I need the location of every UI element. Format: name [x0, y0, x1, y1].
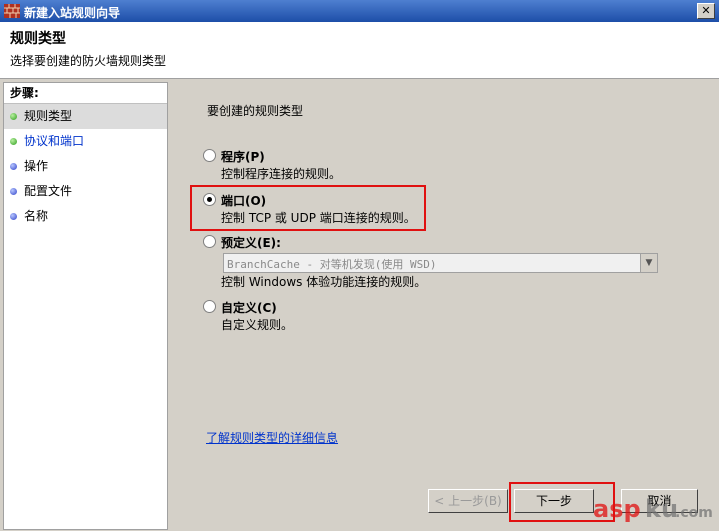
step-name: 名称	[4, 204, 167, 229]
step-pending-icon	[10, 188, 17, 195]
option-description: 控制 TCP 或 UDP 端口连接的规则。	[221, 211, 416, 225]
wizard-header: 规则类型 选择要创建的防火墙规则类型	[0, 22, 719, 79]
step-label: 操作	[24, 159, 49, 173]
steps-panel: 步骤: 规则类型 协议和端口 操作 配置文件 名称	[3, 82, 168, 530]
chevron-down-icon[interactable]: ▼	[640, 254, 657, 272]
watermark-logo: asp ku .com	[593, 495, 713, 523]
option-label: 预定义(E):	[221, 236, 281, 250]
page-subtitle: 选择要创建的防火墙规则类型	[10, 54, 167, 68]
radio-port[interactable]	[203, 193, 216, 206]
title-bar: 新建入站规则向导 ✕	[0, 0, 719, 22]
close-button[interactable]: ✕	[697, 3, 715, 19]
steps-title: 步骤:	[4, 83, 167, 104]
step-pending-icon	[10, 163, 17, 170]
step-label: 协议和端口	[24, 134, 85, 148]
learn-more-link[interactable]: 了解规则类型的详细信息	[206, 429, 338, 446]
option-description: 控制 Windows 体验功能连接的规则。	[221, 275, 427, 289]
radio-custom[interactable]	[203, 300, 216, 313]
step-complete-icon	[10, 138, 17, 145]
back-button[interactable]: < 上一步(B)	[428, 489, 508, 513]
predefined-select-value: BranchCache - 对等机发现(使用 WSD)	[227, 258, 437, 271]
firewall-icon	[4, 4, 20, 18]
predefined-select[interactable]: BranchCache - 对等机发现(使用 WSD) ▼	[223, 253, 658, 273]
main-content: 要创建的规则类型 程序(P) 控制程序连接的规则。 端口(O) 控制 TCP 或…	[171, 82, 716, 528]
option-description: 自定义规则。	[221, 318, 294, 332]
next-button[interactable]: 下一步	[514, 489, 594, 513]
radio-program[interactable]	[203, 149, 216, 162]
step-complete-icon	[10, 113, 17, 120]
step-label: 规则类型	[24, 109, 73, 123]
step-rule-type[interactable]: 规则类型	[4, 104, 167, 129]
step-profile: 配置文件	[4, 179, 167, 204]
svg-text:ku: ku	[645, 495, 678, 523]
step-protocol-port[interactable]: 协议和端口	[4, 129, 167, 154]
step-label: 配置文件	[24, 184, 73, 198]
option-description: 控制程序连接的规则。	[221, 167, 342, 181]
prompt-label: 要创建的规则类型	[207, 104, 304, 118]
radio-predefined[interactable]	[203, 235, 216, 248]
step-pending-icon	[10, 213, 17, 220]
svg-text:.com: .com	[675, 505, 713, 521]
option-label: 程序(P)	[221, 150, 265, 164]
svg-text:asp: asp	[593, 495, 641, 523]
step-action: 操作	[4, 154, 167, 179]
window-title: 新建入站规则向导	[24, 6, 121, 20]
option-label: 端口(O)	[221, 194, 267, 208]
option-label: 自定义(C)	[221, 301, 277, 315]
page-title: 规则类型	[10, 31, 66, 47]
step-label: 名称	[24, 209, 49, 223]
